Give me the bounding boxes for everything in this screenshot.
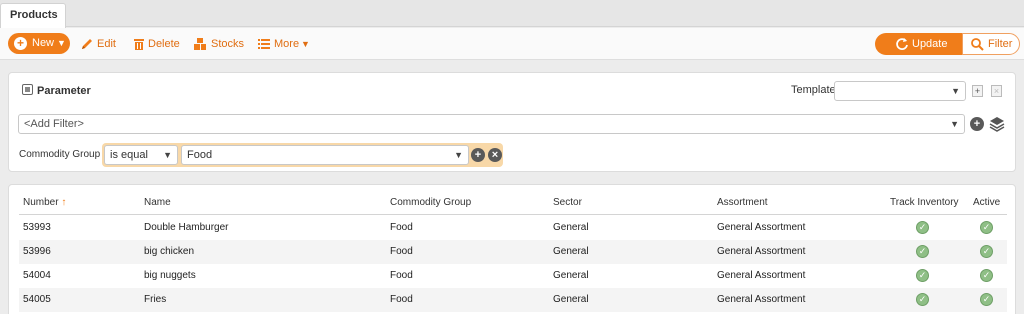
tab-products[interactable]: Products: [0, 3, 66, 28]
cell-name: big chicken: [144, 246, 195, 257]
operator-value: is equal: [110, 149, 148, 161]
search-icon: [971, 38, 984, 51]
column-header-active[interactable]: Active: [973, 197, 1000, 208]
cell-name: Double Hamburger: [144, 222, 229, 233]
delete-button[interactable]: Delete: [132, 34, 182, 54]
chevron-down-icon: ▼: [301, 39, 310, 49]
column-header-commodity-group[interactable]: Commodity Group: [390, 197, 471, 208]
cell-name: big nuggets: [144, 270, 196, 281]
parameter-panel: Parameter Template ▼ + × <Add Filter> ▼ …: [8, 72, 1016, 172]
remove-template-icon[interactable]: ×: [991, 85, 1002, 97]
header-divider: [19, 214, 1007, 215]
trash-icon: [134, 39, 144, 50]
parameter-title-text: Parameter: [37, 85, 91, 97]
table-row[interactable]: 53996 big chicken Food General General A…: [19, 240, 1007, 264]
cell-assortment: General Assortment: [717, 246, 806, 257]
operator-select[interactable]: is equal ▼: [104, 145, 178, 165]
list-icon: [258, 39, 270, 49]
chevron-down-icon: ▼: [163, 150, 172, 160]
plus-icon: +: [14, 37, 27, 50]
check-icon: ✓: [980, 269, 993, 282]
refresh-icon: [896, 38, 908, 50]
check-icon: ✓: [980, 293, 993, 306]
column-header-sector[interactable]: Sector: [553, 197, 582, 208]
stocks-button[interactable]: Stocks: [193, 34, 245, 54]
cell-commodity-group: Food: [390, 246, 413, 257]
add-condition-icon[interactable]: +: [471, 148, 485, 162]
cell-sector: General: [553, 270, 589, 281]
cell-sector: General: [553, 294, 589, 305]
boxes-icon: [194, 38, 206, 50]
cell-number: 54005: [23, 294, 51, 305]
chevron-down-icon: ▼: [950, 119, 959, 129]
filter-button-label: Filter: [988, 38, 1013, 50]
new-button-label: New: [32, 37, 55, 49]
update-button[interactable]: Update: [875, 33, 962, 55]
filter-condition: is equal ▼ Food ▼ + ×: [102, 143, 503, 167]
check-icon: ✓: [980, 221, 993, 234]
more-button[interactable]: More ▼: [257, 34, 312, 54]
edit-button[interactable]: Edit: [80, 34, 120, 54]
parameter-title: Parameter: [22, 84, 91, 97]
new-button[interactable]: + New ▼: [8, 33, 70, 54]
cell-number: 53993: [23, 222, 51, 233]
cell-commodity-group: Food: [390, 270, 413, 281]
pencil-icon: [82, 39, 92, 49]
check-icon: ✓: [916, 221, 929, 234]
tab-bar: Products: [0, 0, 1024, 28]
cell-assortment: General Assortment: [717, 294, 806, 305]
column-header-assortment[interactable]: Assortment: [717, 197, 768, 208]
chevron-down-icon: ▼: [951, 86, 960, 96]
toolbar: + New ▼ Edit Delete Stocks More ▼ Update…: [0, 28, 1024, 60]
check-icon: ✓: [916, 269, 929, 282]
cell-commodity-group: Food: [390, 294, 413, 305]
add-template-icon[interactable]: +: [972, 85, 983, 97]
edit-button-label: Edit: [97, 38, 116, 50]
layers-icon[interactable]: [988, 115, 1006, 133]
cell-sector: General: [553, 246, 589, 257]
sort-asc-icon: ↑: [61, 197, 67, 208]
value-select[interactable]: Food ▼: [181, 145, 469, 165]
update-button-label: Update: [912, 38, 948, 50]
chevron-down-icon: ▼: [454, 150, 463, 160]
filter-button[interactable]: Filter: [962, 33, 1020, 55]
column-header-name[interactable]: Name: [144, 197, 171, 208]
column-header-track-inventory[interactable]: Track Inventory: [890, 197, 959, 208]
add-filter-placeholder: <Add Filter>: [24, 118, 84, 130]
table-row[interactable]: 54004 big nuggets Food General General A…: [19, 264, 1007, 288]
cell-name: Fries: [144, 294, 167, 305]
cell-number: 54004: [23, 270, 51, 281]
cell-number: 53996: [23, 246, 51, 257]
products-table: Number ↑ Name Commodity Group Sector Ass…: [8, 184, 1016, 314]
column-header-number[interactable]: Number ↑: [23, 197, 66, 208]
filter-value: Food: [187, 149, 213, 161]
add-filter-select[interactable]: <Add Filter> ▼: [18, 114, 965, 134]
table-row[interactable]: 53993 Double Hamburger Food General Gene…: [19, 216, 1007, 240]
cell-commodity-group: Food: [390, 222, 413, 233]
parameter-icon: [22, 84, 33, 95]
more-button-label: More: [274, 38, 300, 50]
check-icon: ✓: [916, 245, 929, 258]
cell-assortment: General Assortment: [717, 222, 806, 233]
check-icon: ✓: [980, 245, 993, 258]
commodity-group-label: Commodity Group: [19, 149, 101, 160]
template-select[interactable]: ▼: [834, 81, 966, 101]
chevron-down-icon: ▼: [57, 38, 66, 48]
delete-button-label: Delete: [148, 38, 180, 50]
template-label: Template: [791, 84, 836, 96]
remove-condition-icon[interactable]: ×: [488, 148, 502, 162]
add-filter-icon[interactable]: +: [970, 117, 984, 131]
check-icon: ✓: [916, 293, 929, 306]
stocks-button-label: Stocks: [211, 38, 245, 50]
cell-sector: General: [553, 222, 589, 233]
cell-assortment: General Assortment: [717, 270, 806, 281]
table-row[interactable]: 54005 Fries Food General General Assortm…: [19, 288, 1007, 312]
